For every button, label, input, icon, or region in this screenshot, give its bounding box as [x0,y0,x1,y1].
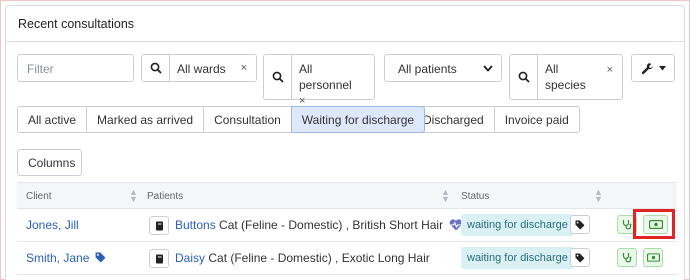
table-header: Client ▲ ▼ Patients ▲ ▼ Status ▲ ▼ [17,182,677,209]
species-label: All species [545,62,586,92]
client-link[interactable]: Smith, Jane [26,251,106,265]
caret-down-icon [658,65,666,70]
columns-button[interactable]: Columns [17,149,82,176]
tab-invoice-paid[interactable]: Invoice paid [493,106,580,133]
column-header-status[interactable]: Status [461,191,489,202]
patient-link[interactable]: Daisy [175,251,205,265]
notebook-icon [155,254,163,263]
notebook-icon [155,221,163,230]
personnel-label: All personnel [299,62,352,92]
stethoscope-icon [622,220,632,230]
record-button[interactable] [149,216,169,235]
column-header-patients[interactable]: Patients [147,191,183,202]
consult-button[interactable] [617,248,637,267]
patients-select-value: All patients [398,62,457,76]
stethoscope-icon [622,253,632,263]
search-icon [518,71,530,83]
client-link[interactable]: Jones, Jill [26,218,79,232]
wards-label: All wards [177,62,226,76]
table-row: Jones, Jill Buttons Cat (Feline - Domest… [17,209,677,242]
species-filter[interactable]: All species × [509,54,623,100]
panel-title: Recent consultations [6,6,684,42]
wrench-icon [641,62,653,74]
species-search-button[interactable] [510,55,538,99]
species-clear-icon[interactable]: × [607,62,613,78]
personnel-search-button[interactable] [264,55,292,99]
payment-button[interactable] [643,215,668,234]
wards-search-button[interactable] [142,55,170,81]
chevron-down-icon [483,65,493,72]
tag-button[interactable] [570,248,590,267]
patient-link[interactable]: Buttons [175,218,216,232]
wards-clear-icon[interactable]: × [241,62,247,74]
money-icon [646,253,660,262]
table-row: Smith, Jane Daisy Cat (Feline - Domestic… [17,242,677,275]
tab-waiting-for-discharge[interactable]: Waiting for discharge [290,106,426,133]
personnel-filter[interactable]: All personnel × [263,54,375,107]
patient-description: Cat (Feline - Domestic) , Exotic Long Ha… [205,251,430,265]
tag-icon [95,252,106,263]
tab-consultation[interactable]: Consultation [203,106,292,133]
status-tabs: All active Marked as arrived Consultatio… [17,106,426,133]
tag-button[interactable] [570,215,590,234]
record-button[interactable] [149,249,169,268]
tag-icon [575,220,585,229]
sort-icon[interactable]: ▲ ▼ [129,188,138,204]
status-badge: waiting for discharge [461,247,574,269]
patient-description: Cat (Feline - Domestic) , British Short … [215,218,444,232]
tag-icon [575,253,585,262]
client-name: Smith, Jane [26,251,90,265]
filter-input[interactable]: Filter [17,54,134,82]
search-icon [150,62,162,74]
status-tabs-secondary: Discharged Invoice paid [412,106,580,133]
recent-consultations-panel: Recent consultations Filter All wards × … [5,5,685,280]
status-badge: waiting for discharge [461,214,574,236]
payment-button[interactable] [643,248,663,267]
consult-button[interactable] [617,215,637,234]
sort-icon[interactable]: ▲ ▼ [441,188,450,204]
patients-select[interactable]: All patients [384,54,502,82]
settings-dropdown-button[interactable] [631,54,675,82]
tab-all-active[interactable]: All active [17,106,88,133]
column-header-client[interactable]: Client [26,191,52,202]
wards-filter[interactable]: All wards × [141,54,257,82]
money-icon [648,220,663,229]
sort-icon[interactable]: ▲ ▼ [594,188,603,204]
search-icon [272,71,284,83]
tab-marked-as-arrived[interactable]: Marked as arrived [86,106,205,133]
